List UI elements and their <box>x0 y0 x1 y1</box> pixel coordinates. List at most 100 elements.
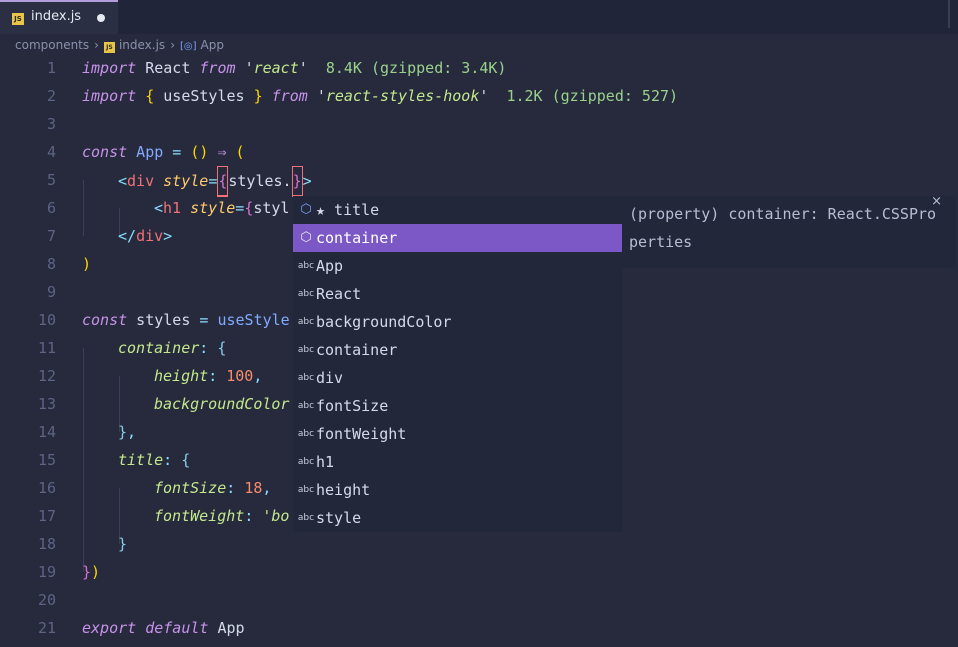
line-number: 11 <box>37 339 56 357</box>
suggestion-item[interactable]: abc h1 <box>293 448 622 476</box>
token: () <box>190 143 209 161</box>
code-line-21: export default App <box>82 614 245 642</box>
token: : <box>199 339 218 357</box>
token: { <box>244 199 254 217</box>
token: const <box>82 143 128 161</box>
tab-bar: JS index.js <box>0 0 958 34</box>
token: import <box>82 87 137 105</box>
token: const <box>82 311 128 329</box>
token: backgroundColor <box>154 395 290 413</box>
suggestion-item[interactable]: ⬡ ★ title <box>293 196 622 224</box>
unsaved-dot-icon[interactable] <box>97 14 105 22</box>
token: div <box>136 227 164 245</box>
token: styles. <box>228 172 292 190</box>
token: < <box>118 172 128 190</box>
line-number: 6 <box>46 199 56 217</box>
close-icon[interactable]: × <box>931 194 942 209</box>
matched-bracket: { <box>217 166 229 197</box>
indent-guide <box>83 348 84 572</box>
token: : <box>208 367 227 385</box>
code-line-1: import React from 'react' 8.4K (gzipped:… <box>82 54 506 82</box>
symbol-variable-icon: [◎] <box>180 41 197 52</box>
text-abc-icon: abc <box>297 317 315 327</box>
token: styl <box>253 199 290 217</box>
import-size-hint: 8.4K (gzipped: 3.4K) <box>307 59 507 77</box>
token: h1 <box>163 199 182 217</box>
suggestion-item[interactable]: abc container <box>293 336 622 364</box>
line-number: 15 <box>37 451 56 469</box>
token: : <box>163 451 182 469</box>
line-number: 16 <box>37 479 56 497</box>
token: { <box>181 451 191 469</box>
token: 'bo <box>262 507 290 525</box>
token: ) <box>82 255 92 273</box>
token: div <box>127 172 155 190</box>
token: = <box>235 199 245 217</box>
line-number: 20 <box>37 591 56 609</box>
chevron-right-icon: › <box>94 38 99 52</box>
token: container <box>118 339 200 357</box>
token: < <box>154 199 164 217</box>
token: from <box>271 87 308 105</box>
line-number: 12 <box>37 367 56 385</box>
token: fontSize <box>154 479 227 497</box>
token: } <box>82 563 92 581</box>
token: style <box>181 199 236 217</box>
suggestion-item[interactable]: abc style <box>293 504 622 532</box>
token: ) <box>91 563 101 581</box>
token: , <box>253 367 263 385</box>
suggestion-label: backgroundColor <box>316 313 452 331</box>
line-number: 18 <box>37 535 56 553</box>
suggestion-label: div <box>316 369 344 387</box>
breadcrumb-file[interactable]: JS index.js <box>103 37 166 53</box>
autocomplete-suggestion-list[interactable]: ⬡ ★ title ⬡ container abc App abc React abc backg… <box>293 196 622 532</box>
suggestion-item[interactable]: abc height <box>293 476 622 504</box>
suggestion-item[interactable]: abc backgroundColor <box>293 308 622 336</box>
breadcrumb-symbol-label: App <box>200 38 224 52</box>
token: title <box>118 451 164 469</box>
code-line-2: import { useStyles } from 'react-styles-… <box>82 82 678 110</box>
code-line-16: fontSize: 18, <box>154 474 271 502</box>
code-line-13: backgroundColor <box>154 390 289 418</box>
text-abc-icon: abc <box>297 513 315 523</box>
suggestion-label: ★ title <box>316 201 380 219</box>
token: } <box>244 87 272 105</box>
token: } <box>118 535 128 553</box>
code-line-6: <h1 style={styl <box>154 194 289 222</box>
code-line-18: } <box>118 530 127 558</box>
line-number: 10 <box>37 311 56 329</box>
javascript-file-icon: JS <box>12 13 24 25</box>
suggestion-label: style <box>316 509 362 527</box>
text-abc-icon: abc <box>297 373 315 383</box>
text-abc-icon: abc <box>297 289 315 299</box>
suggestion-item[interactable]: abc fontWeight <box>293 420 622 448</box>
suggestion-item[interactable]: abc div <box>293 364 622 392</box>
line-number: 8 <box>46 255 56 273</box>
breadcrumb-folder[interactable]: components <box>15 38 89 52</box>
token: > <box>163 227 173 245</box>
breadcrumb-file-label: index.js <box>118 37 166 52</box>
suggestion-details-panel: (property) container: React.CSSPropertie… <box>622 194 956 268</box>
code-line-12: height: 100, <box>154 362 262 390</box>
suggestion-item[interactable]: abc App <box>293 252 622 280</box>
text-abc-icon: abc <box>297 401 315 411</box>
token: </ <box>118 227 137 245</box>
token: ( <box>235 143 245 161</box>
token: { <box>217 339 227 357</box>
text-abc-icon: abc <box>297 429 315 439</box>
suggestion-item[interactable]: abc fontSize <box>293 392 622 420</box>
suggestion-item[interactable]: abc React <box>293 280 622 308</box>
tab-index-js[interactable]: JS index.js <box>0 0 118 34</box>
suggestion-label: App <box>316 257 344 275</box>
suggestion-label: fontSize <box>316 397 389 415</box>
token: , <box>262 479 272 497</box>
token: import <box>82 59 137 77</box>
token: react-styles-hook <box>325 87 480 105</box>
code-line-7: </div> <box>118 222 172 250</box>
breadcrumb-symbol[interactable]: [◎] App <box>180 38 224 52</box>
token: fontWeight <box>154 507 245 525</box>
code-line-11: container: { <box>118 334 226 362</box>
token: default <box>136 619 209 637</box>
suggestion-item[interactable]: ⬡ container <box>293 224 622 252</box>
